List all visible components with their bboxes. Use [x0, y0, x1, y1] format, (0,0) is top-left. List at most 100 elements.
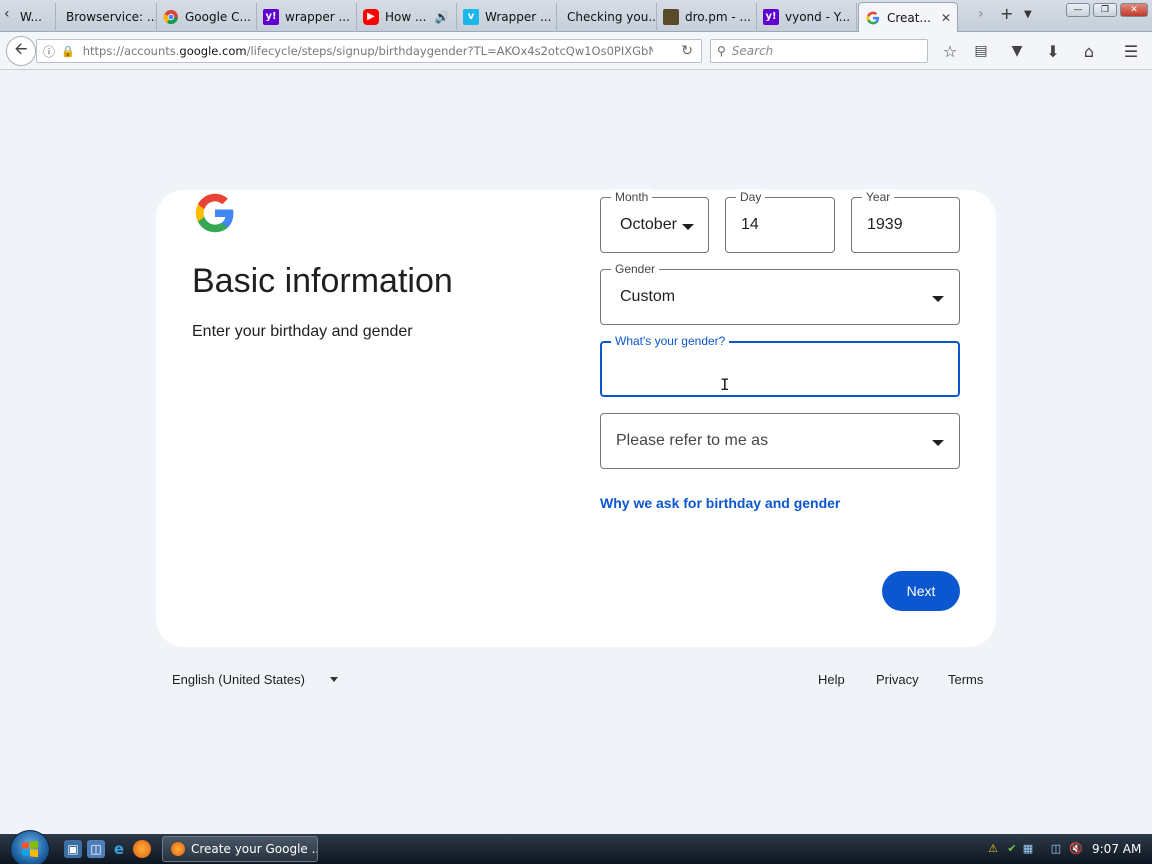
- url-text[interactable]: https://accounts.google.com/lifecycle/st…: [83, 44, 653, 58]
- tab-4-label: wrapper ...: [285, 9, 350, 24]
- update-icon[interactable]: ✔: [1004, 840, 1020, 856]
- yahoo-icon: y!: [763, 8, 779, 25]
- tab-5-label: How ...: [385, 9, 427, 24]
- help-link[interactable]: Help: [818, 672, 845, 687]
- tab-3[interactable]: Google C...: [157, 3, 257, 30]
- year-input[interactable]: Year 1939: [851, 189, 960, 253]
- tab-7[interactable]: Checking you...: [557, 3, 657, 30]
- vimeo-icon: v: [463, 8, 479, 25]
- windows-logo-icon: [22, 840, 38, 858]
- tab-9[interactable]: y! vyond - Y...: [757, 3, 857, 30]
- network-status-icon[interactable]: ▦: [1020, 840, 1036, 856]
- day-input[interactable]: Day 14: [725, 189, 835, 253]
- dro-icon: [663, 8, 679, 25]
- internet-explorer-icon[interactable]: e: [110, 840, 128, 858]
- back-button[interactable]: 🡨: [6, 36, 36, 66]
- tab-active[interactable]: Creat... ✕: [858, 2, 958, 32]
- month-label: Month: [611, 189, 653, 205]
- url-path: /lifecycle/steps/signup/birthdaygender?T…: [246, 44, 653, 58]
- gender-dropdown-icon: [932, 296, 944, 302]
- firefox-icon: [171, 842, 185, 856]
- why-birthday-gender-link[interactable]: Why we ask for birthday and gender: [600, 495, 840, 511]
- privacy-link[interactable]: Privacy: [876, 672, 919, 687]
- taskbar: ▣ ◫ e Create your Google ... ⚠ ✔ ▦ ◫ 🔇 9…: [0, 830, 1152, 864]
- next-button[interactable]: Next: [882, 571, 960, 611]
- tab-strip: ‹ W... Browservice: ... Google C... y! w…: [0, 0, 1152, 32]
- minimize-icon[interactable]: —: [1066, 3, 1090, 17]
- year-label: Year: [862, 189, 895, 205]
- window-close-icon[interactable]: ✕: [1120, 3, 1148, 17]
- back-arrow-icon: 🡨: [14, 38, 28, 58]
- day-value: 14: [741, 216, 759, 233]
- taskbar-item-label: Create your Google ...: [191, 842, 318, 856]
- yahoo-icon: y!: [263, 8, 279, 25]
- month-value: October: [620, 216, 677, 233]
- pronoun-dropdown-icon: [932, 440, 944, 446]
- terms-link[interactable]: Terms: [948, 672, 983, 687]
- close-tab-icon[interactable]: ✕: [933, 11, 951, 25]
- nav-bar: 🡨 ⓘ 🔒 https://accounts.google.com/lifecy…: [0, 32, 1152, 70]
- menu-icon[interactable]: ☰: [1120, 40, 1142, 62]
- search-input[interactable]: ⚲ Search: [710, 39, 928, 63]
- security-shield-icon[interactable]: ⚠: [985, 840, 1001, 856]
- taskbar-item-firefox[interactable]: Create your Google ...: [162, 836, 318, 862]
- download-icon[interactable]: ⬇: [1042, 40, 1064, 62]
- pocket-icon[interactable]: ▼: [1006, 40, 1028, 62]
- chrome-icon: [163, 9, 179, 25]
- google-logo-icon: [195, 193, 234, 233]
- youtube-icon: ▶: [363, 8, 379, 25]
- tab-2[interactable]: Browservice: ...: [56, 3, 157, 30]
- start-button[interactable]: [10, 830, 50, 864]
- year-value: 1939: [867, 216, 903, 233]
- page-title: Basic information: [192, 262, 453, 300]
- url-domain: google.com: [179, 44, 247, 58]
- tab-7-label: Checking you...: [567, 9, 657, 24]
- network-icon[interactable]: ◫: [1048, 840, 1064, 856]
- gender-label: Gender: [611, 261, 660, 277]
- tab-1[interactable]: W...: [14, 3, 56, 30]
- tab-4[interactable]: y! wrapper ...: [257, 3, 357, 30]
- firefox-icon[interactable]: [133, 840, 151, 858]
- tab-list-icon[interactable]: ▼: [1024, 9, 1032, 20]
- taskbar-clock[interactable]: 9:07 AM: [1092, 842, 1141, 856]
- info-icon[interactable]: ⓘ: [43, 43, 55, 60]
- bookmark-star-icon[interactable]: ☆: [939, 40, 961, 62]
- gender-value: Custom: [620, 288, 676, 305]
- text-cursor-icon: I: [720, 375, 730, 394]
- search-placeholder: Search: [731, 44, 774, 58]
- pronoun-select[interactable]: Please refer to me as: [600, 413, 960, 469]
- month-select[interactable]: Month October: [600, 189, 709, 253]
- new-tab-icon[interactable]: +: [1000, 4, 1013, 23]
- home-icon[interactable]: ⌂: [1078, 40, 1100, 62]
- custom-gender-input[interactable]: What's your gender?: [600, 333, 960, 397]
- tab-6-label: Wrapper ...: [485, 9, 552, 24]
- show-desktop-icon[interactable]: ▣: [64, 840, 82, 858]
- volume-muted-icon[interactable]: 🔇: [1068, 840, 1084, 856]
- gender-select[interactable]: Gender Custom: [600, 261, 960, 325]
- switch-windows-icon[interactable]: ◫: [87, 840, 105, 858]
- language-select[interactable]: English (United States): [172, 672, 305, 687]
- tab-8[interactable]: dro.pm - ...: [657, 3, 757, 30]
- tab-2-label: Browservice: ...: [66, 9, 157, 24]
- lock-icon: 🔒: [61, 44, 75, 58]
- tab-5[interactable]: ▶ How ... 🔊: [357, 3, 457, 30]
- reload-icon[interactable]: ↻: [681, 43, 693, 59]
- custom-gender-label: What's your gender?: [611, 333, 730, 349]
- tab-scroll-right-icon[interactable]: ›: [978, 6, 984, 22]
- day-label: Day: [736, 189, 766, 205]
- tab-scroll-left-icon[interactable]: ‹: [4, 6, 10, 22]
- pronoun-placeholder: Please refer to me as: [616, 432, 769, 449]
- maximize-icon[interactable]: ❐: [1093, 3, 1117, 17]
- tab-active-label: Creat...: [887, 10, 931, 25]
- page-subtitle: Enter your birthday and gender: [192, 323, 413, 340]
- tab-6[interactable]: v Wrapper ...: [457, 3, 557, 30]
- language-dropdown-icon[interactable]: [330, 677, 338, 682]
- google-icon: [865, 10, 881, 26]
- search-icon: ⚲: [717, 44, 726, 58]
- reading-list-icon[interactable]: ▤: [970, 40, 992, 62]
- url-bar[interactable]: ⓘ 🔒 https://accounts.google.com/lifecycl…: [36, 39, 702, 63]
- month-dropdown-icon: [682, 224, 694, 230]
- tab-3-label: Google C...: [185, 9, 251, 24]
- tab-8-label: dro.pm - ...: [685, 9, 751, 24]
- speaker-icon[interactable]: 🔊: [434, 10, 449, 24]
